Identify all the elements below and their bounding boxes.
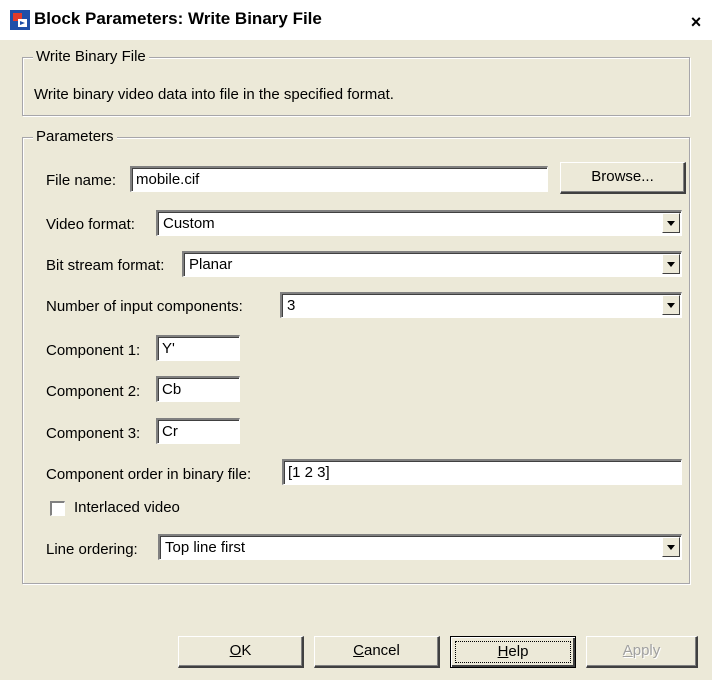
component3-field[interactable]: Cr bbox=[156, 418, 240, 444]
title-bar[interactable]: Block Parameters: Write Binary File × bbox=[0, 0, 712, 40]
video-format-value: Custom bbox=[163, 215, 215, 232]
apply-mnemonic: A bbox=[622, 642, 633, 659]
chevron-down-icon[interactable] bbox=[662, 537, 680, 557]
apply-button[interactable]: Apply bbox=[586, 636, 698, 668]
line-ordering-select[interactable]: Top line first bbox=[158, 534, 682, 560]
simulink-block-icon bbox=[10, 10, 30, 30]
close-icon[interactable]: × bbox=[686, 12, 706, 32]
component2-field[interactable]: Cb bbox=[156, 376, 240, 402]
bit-stream-format-value: Planar bbox=[189, 256, 233, 273]
line-ordering-label: Line ordering: bbox=[46, 541, 138, 558]
video-format-select[interactable]: Custom bbox=[156, 210, 682, 236]
chevron-down-icon[interactable] bbox=[662, 295, 680, 315]
interlaced-checkbox[interactable] bbox=[50, 501, 65, 516]
parameters-group bbox=[22, 137, 690, 584]
apply-label-rest: pply bbox=[632, 642, 661, 659]
help-label-rest: elp bbox=[508, 643, 529, 660]
component3-label: Component 3: bbox=[46, 425, 141, 442]
interlaced-label[interactable]: Interlaced video bbox=[74, 499, 180, 516]
num-components-select[interactable]: 3 bbox=[280, 292, 682, 318]
bit-stream-format-label: Bit stream format: bbox=[46, 257, 165, 274]
description-group-legend: Write Binary File bbox=[33, 48, 149, 65]
window-title: Block Parameters: Write Binary File bbox=[34, 9, 322, 28]
ok-mnemonic: O bbox=[229, 642, 242, 659]
bit-stream-format-select[interactable]: Planar bbox=[182, 251, 682, 277]
line-ordering-value: Top line first bbox=[165, 539, 246, 556]
ok-label-rest: K bbox=[241, 642, 252, 659]
cancel-mnemonic: C bbox=[353, 642, 364, 659]
file-name-label: File name: bbox=[46, 172, 117, 189]
description-text: Write binary video data into file in the… bbox=[34, 86, 394, 103]
file-name-field[interactable]: mobile.cif bbox=[130, 166, 548, 192]
component-order-field[interactable]: [1 2 3] bbox=[282, 459, 682, 485]
help-mnemonic: H bbox=[497, 643, 509, 660]
num-components-value: 3 bbox=[287, 297, 296, 314]
help-focus-rect: Help bbox=[455, 641, 571, 663]
component1-field[interactable]: Y' bbox=[156, 335, 240, 361]
ok-button[interactable]: OK bbox=[178, 636, 304, 668]
component1-label: Component 1: bbox=[46, 342, 141, 359]
help-button[interactable]: Help bbox=[450, 636, 576, 668]
cancel-label-rest: ancel bbox=[363, 642, 400, 659]
parameters-group-legend: Parameters bbox=[33, 128, 117, 145]
chevron-down-icon[interactable] bbox=[662, 213, 680, 233]
component2-label: Component 2: bbox=[46, 383, 141, 400]
num-components-label: Number of input components: bbox=[46, 298, 243, 315]
cancel-button[interactable]: Cancel bbox=[314, 636, 440, 668]
component-order-label: Component order in binary file: bbox=[46, 466, 252, 483]
video-format-label: Video format: bbox=[46, 216, 135, 233]
chevron-down-icon[interactable] bbox=[662, 254, 680, 274]
browse-button[interactable]: Browse... bbox=[560, 162, 686, 194]
